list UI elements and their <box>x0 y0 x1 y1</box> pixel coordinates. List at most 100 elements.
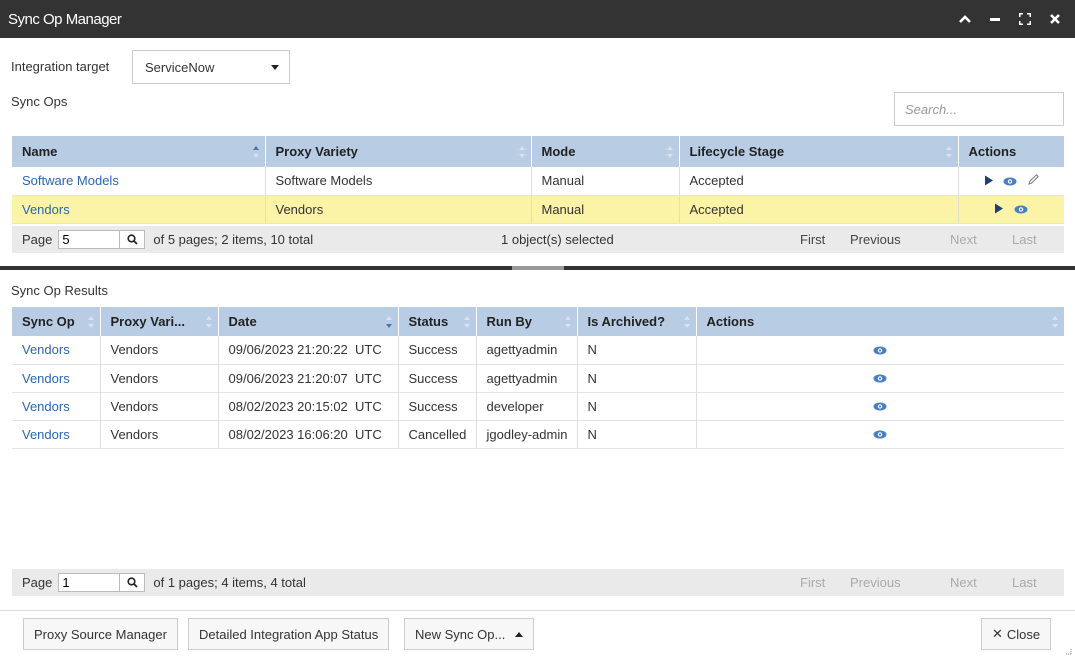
view-icon[interactable] <box>873 343 887 358</box>
chevron-up-icon <box>515 631 524 637</box>
panel-splitter[interactable] <box>0 266 1075 270</box>
pager-next-link: Next <box>950 232 977 247</box>
view-icon[interactable] <box>873 399 887 414</box>
page-info: of 5 pages; 2 items, 10 total <box>153 232 314 247</box>
date-cell: 09/06/2023 21:20:22 UTC <box>218 336 399 365</box>
column-header-sync-op[interactable]: Sync Op <box>12 307 101 336</box>
page-number-input[interactable] <box>58 573 121 592</box>
table-row[interactable]: Vendors Vendors 08/02/2023 20:15:02 UTC … <box>12 392 1064 421</box>
results-header-row: Sync Op Proxy Vari... Date Status Run By… <box>12 307 1064 336</box>
close-button[interactable]: ✕ Close <box>981 618 1052 650</box>
proxy-variety-cell: Software Models <box>265 167 532 196</box>
table-row[interactable]: Vendors Vendors 08/02/2023 16:06:20 UTC … <box>12 420 1064 449</box>
view-icon[interactable] <box>1003 174 1017 189</box>
pager-first-link[interactable]: First <box>800 232 825 247</box>
sync-op-link[interactable]: Vendors <box>22 427 70 442</box>
sync-op-link[interactable]: Vendors <box>22 371 70 386</box>
new-sync-op-button[interactable]: New Sync Op... <box>404 618 535 650</box>
column-header-name[interactable]: Name <box>12 136 266 167</box>
column-header-lifecycle-stage[interactable]: Lifecycle Stage <box>679 136 959 167</box>
column-header-proxy-variety[interactable]: Proxy Variety <box>265 136 532 167</box>
integration-target-label: Integration target <box>11 59 110 74</box>
close-x-icon: ✕ <box>992 626 1003 641</box>
page-info: of 1 pages; 4 items, 4 total <box>153 575 306 590</box>
sync-ops-header-row: Name Proxy Variety Mode Lifecycle Stage … <box>12 136 1064 167</box>
table-row[interactable]: Software Models Software Models Manual A… <box>12 167 1064 196</box>
pager-next-link: Next <box>950 575 977 590</box>
is-archived-cell: N <box>577 392 697 421</box>
actions-cell <box>696 392 1064 421</box>
table-row[interactable]: Vendors Vendors 09/06/2023 21:20:07 UTC … <box>12 364 1064 393</box>
sync-op-results-label: Sync Op Results <box>11 283 108 298</box>
close-label: Close <box>1006 626 1041 642</box>
table-row-selected[interactable]: Vendors Vendors Manual Accepted <box>12 195 1064 224</box>
search-icon[interactable] <box>120 230 146 249</box>
column-header-actions[interactable]: Actions <box>696 307 1064 336</box>
sync-op-name-link[interactable]: Vendors <box>22 202 70 217</box>
is-archived-cell: N <box>577 420 697 449</box>
run-by-cell: agettyadmin <box>476 364 578 393</box>
collapse-icon[interactable] <box>957 11 973 27</box>
column-header-actions: Actions <box>958 136 1064 167</box>
results-pager: Page of 1 pages; 4 items, 4 total First … <box>12 569 1064 596</box>
lifecycle-stage-cell: Accepted <box>679 167 959 196</box>
proxy-variety-cell: Vendors <box>100 364 219 393</box>
sort-descending-icon <box>385 315 392 328</box>
column-header-status[interactable]: Status <box>398 307 477 336</box>
proxy-variety-cell: Vendors <box>100 392 219 421</box>
view-icon[interactable] <box>873 427 887 442</box>
actions-cell <box>696 336 1064 365</box>
view-icon[interactable] <box>1014 202 1028 217</box>
sort-icon <box>666 145 673 158</box>
sync-ops-pager: Page of 5 pages; 2 items, 10 total 1 obj… <box>12 226 1064 253</box>
column-header-date[interactable]: Date <box>218 307 399 336</box>
is-archived-cell: N <box>577 336 697 365</box>
search-icon[interactable] <box>120 573 146 592</box>
view-icon[interactable] <box>873 371 887 386</box>
status-cell: Success <box>398 392 477 421</box>
pager-first-link: First <box>800 575 826 590</box>
table-row[interactable]: Vendors Vendors 09/06/2023 21:20:22 UTC … <box>12 336 1064 365</box>
actions-cell <box>958 195 1064 224</box>
sync-op-name-link[interactable]: Software Models <box>22 173 119 188</box>
pager-previous-link: Previous <box>850 575 901 590</box>
sync-ops-label: Sync Ops <box>11 94 68 109</box>
column-header-mode[interactable]: Mode <box>531 136 680 167</box>
status-cell: Cancelled <box>398 420 477 449</box>
date-cell: 09/06/2023 21:20:07 UTC <box>218 364 399 393</box>
footer-separator <box>0 610 1075 611</box>
search-input[interactable] <box>894 92 1064 126</box>
edit-icon[interactable] <box>1027 173 1039 189</box>
sync-op-link[interactable]: Vendors <box>22 342 70 357</box>
actions-cell <box>696 364 1064 393</box>
integration-target-value: ServiceNow <box>145 59 215 75</box>
resize-grip-icon[interactable] <box>1064 643 1072 658</box>
sync-op-results-table: Sync Op Proxy Vari... Date Status Run By… <box>12 307 1064 449</box>
column-header-proxy-variety[interactable]: Proxy Vari... <box>100 307 219 336</box>
splitter-grip[interactable] <box>512 266 564 270</box>
play-icon[interactable] <box>994 202 1004 217</box>
detailed-integration-status-button[interactable]: Detailed Integration App Status <box>188 618 390 650</box>
run-by-cell: developer <box>476 392 578 421</box>
column-header-is-archived[interactable]: Is Archived? <box>577 307 697 336</box>
window-controls <box>957 11 1075 27</box>
date-cell: 08/02/2023 16:06:20 UTC <box>218 420 399 449</box>
sort-icon <box>205 315 212 328</box>
selection-count: 1 object(s) selected <box>501 232 614 247</box>
proxy-source-manager-button[interactable]: Proxy Source Manager <box>23 618 178 650</box>
minimize-icon[interactable] <box>987 11 1003 27</box>
column-header-run-by[interactable]: Run By <box>476 307 578 336</box>
pager-previous-link[interactable]: Previous <box>850 232 901 247</box>
lifecycle-stage-cell: Accepted <box>679 195 959 224</box>
integration-target-select[interactable]: ServiceNow <box>132 50 290 84</box>
sort-icon <box>518 145 525 158</box>
play-icon[interactable] <box>984 174 994 189</box>
sync-op-link[interactable]: Vendors <box>22 399 70 414</box>
maximize-icon[interactable] <box>1017 11 1033 27</box>
page-number-input[interactable] <box>58 230 121 249</box>
close-icon[interactable] <box>1047 11 1063 27</box>
sort-icon <box>463 315 470 328</box>
run-by-cell: agettyadmin <box>476 336 578 365</box>
run-by-cell: jgodley-admin <box>476 420 578 449</box>
mode-cell: Manual <box>531 167 680 196</box>
